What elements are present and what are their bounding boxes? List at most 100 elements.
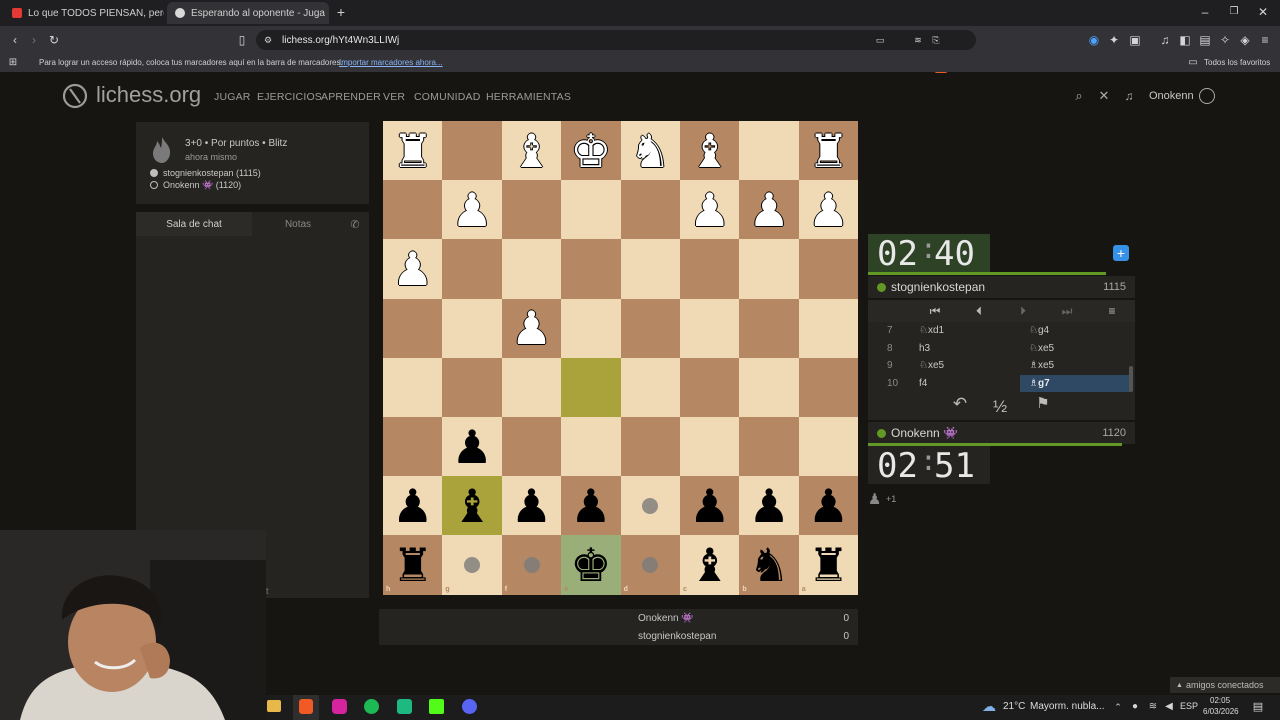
board-square[interactable] <box>383 180 443 240</box>
wifi-icon[interactable]: ≋ <box>1147 700 1159 714</box>
resign-flag-icon[interactable]: ⚑ <box>1033 396 1053 411</box>
board-square[interactable] <box>561 417 621 477</box>
board-square[interactable] <box>442 357 502 417</box>
volume-icon[interactable]: ◀ <box>1163 700 1175 714</box>
black-move[interactable]: ♘g4 <box>1029 325 1049 336</box>
sidebar-icon[interactable]: ◧ <box>1178 33 1192 47</box>
last-move-icon[interactable]: ⏭ <box>1059 304 1075 318</box>
nav-watch[interactable]: VER <box>383 91 405 103</box>
board-square[interactable] <box>680 298 740 358</box>
chess-piece[interactable]: ♜ <box>799 121 858 180</box>
nav-play[interactable]: JUGAR <box>214 91 251 103</box>
move-list[interactable]: 7 ♘xd1 ♘g4 8 h3 ♘xe5 9 ♘xe5 ♗xe5 10 f4 ♗… <box>868 322 1135 394</box>
board-square[interactable] <box>561 357 621 417</box>
bottom-player-name[interactable]: Onokenn 👾 <box>891 426 958 440</box>
music-icon[interactable]: ♫ <box>1158 33 1172 47</box>
browser-tab-lichess[interactable]: Esperando al oponente - Juga ✕ <box>167 2 329 24</box>
board-square[interactable] <box>739 298 799 358</box>
user-avatar-icon[interactable] <box>1199 88 1215 104</box>
board-square[interactable] <box>501 357 562 417</box>
top-player-name[interactable]: stognienkostepan <box>891 280 985 294</box>
cast-icon[interactable]: ▭ <box>874 33 886 47</box>
extensions-icon[interactable]: ✦ <box>1107 33 1121 47</box>
chess-piece[interactable]: ♟ <box>561 476 620 535</box>
forward-icon[interactable]: › <box>27 33 41 47</box>
discord-icon[interactable] <box>462 699 477 714</box>
nav-learn[interactable]: APRENDER <box>321 91 381 103</box>
white-move[interactable]: f4 <box>919 378 927 389</box>
board-square[interactable] <box>442 121 502 181</box>
open-icon[interactable]: ⎘ <box>930 33 942 47</box>
board-square[interactable] <box>680 357 740 417</box>
file-explorer-icon[interactable] <box>267 700 281 712</box>
board-square[interactable] <box>620 357 680 417</box>
vpn-icon[interactable]: ◈ <box>1238 33 1252 47</box>
chess-piece[interactable]: ♜ <box>799 535 858 594</box>
kick-icon[interactable] <box>429 699 444 714</box>
swords-icon[interactable]: ✕ <box>1097 89 1111 103</box>
apps-grid-icon[interactable]: ⊞ <box>7 56 19 70</box>
white-move[interactable]: ♘xd1 <box>919 325 944 336</box>
board-square[interactable] <box>620 417 680 477</box>
notification-center-icon[interactable]: ▤ <box>1251 700 1265 714</box>
board-square[interactable] <box>561 298 621 358</box>
screenshot-icon[interactable]: ▣ <box>1128 33 1142 47</box>
board-square[interactable] <box>620 298 680 358</box>
bookmark-icon[interactable]: ▯ <box>235 33 249 47</box>
chess-piece[interactable]: ♝ <box>680 535 739 594</box>
search-icon[interactable]: ⌕ <box>1072 89 1086 103</box>
white-player-link[interactable]: stognienkostepan (1115) <box>163 168 261 178</box>
menu-icon[interactable]: ≡ <box>1258 33 1272 47</box>
board-square[interactable] <box>680 417 740 477</box>
chess-piece[interactable]: ♝ <box>680 121 739 180</box>
board-square[interactable] <box>501 180 562 240</box>
chess-piece[interactable]: ♞ <box>739 535 798 594</box>
board-square[interactable] <box>501 417 562 477</box>
chess-piece[interactable]: ♟ <box>680 180 739 239</box>
chess-piece[interactable]: ♟ <box>799 180 858 239</box>
phone-icon[interactable]: ✆ <box>348 218 362 232</box>
chess-piece[interactable]: ♜ <box>383 121 442 180</box>
browser-tab-youtube[interactable]: Lo que TODOS PIENSAN, pero NADIE <box>4 2 164 24</box>
back-icon[interactable]: ‹ <box>8 33 22 47</box>
chat-app-icon[interactable] <box>397 699 412 714</box>
chess-piece[interactable]: ♟ <box>799 476 858 535</box>
minimize-icon[interactable]: – <box>1198 5 1212 19</box>
audio-icon[interactable]: ◉ <box>1087 33 1101 47</box>
board-square[interactable] <box>798 417 859 477</box>
reload-icon[interactable]: ↻ <box>47 33 61 47</box>
close-window-icon[interactable]: ✕ <box>1256 5 1270 19</box>
board-square[interactable] <box>680 239 740 299</box>
chess-piece[interactable]: ♟ <box>442 180 501 239</box>
weather-text[interactable]: Mayorm. nubla... <box>1030 701 1104 712</box>
tab-notes[interactable]: Notas <box>252 212 344 236</box>
white-move[interactable]: ♘xe5 <box>919 360 944 371</box>
clock-time[interactable]: 02:05 <box>1210 696 1230 705</box>
site-logo-text[interactable]: lichess.org <box>96 82 201 108</box>
site-settings-icon[interactable]: ⚙ <box>262 33 274 47</box>
url-field[interactable]: ⚙ lichess.org/hYt4Wn3LLIWj ▭ ≋ ⎘ <box>256 30 976 50</box>
all-favorites-link[interactable]: Todos los favoritos <box>1204 58 1270 67</box>
language-indicator[interactable]: ESP <box>1180 701 1198 711</box>
chess-board[interactable]: ♜ ♝ ♚ ♞ ♝ ♜ ♟ ♟ ♟ ♟ ♟ ♟ ♟ ♟ ♝ ♟ ♟ ♟ ♟ ♟ ♜ ♚ ♝ ♞ ♜ 1 2 3 4 5 6 7 8 h g f e d c b… <box>383 121 859 595</box>
chess-piece[interactable]: ♟ <box>680 476 739 535</box>
chess-piece[interactable]: ♟ <box>502 299 561 358</box>
tab-chat[interactable]: Sala de chat <box>136 212 252 236</box>
chat-input-placeholder[interactable]: t <box>266 586 269 596</box>
white-move[interactable]: h3 <box>919 343 930 354</box>
brave-browser-icon[interactable] <box>299 699 313 714</box>
next-move-icon[interactable]: ⏵ <box>1015 304 1031 318</box>
instagram-icon[interactable] <box>332 699 347 714</box>
legal-move-dot[interactable] <box>642 497 659 514</box>
chess-piece[interactable]: ♟ <box>442 417 501 476</box>
restore-icon[interactable]: ❐ <box>1227 5 1241 19</box>
move-list-scrollbar[interactable] <box>1129 366 1133 392</box>
nav-tools[interactable]: HERRAMIENTAS <box>486 91 571 103</box>
chess-piece[interactable]: ♟ <box>739 476 798 535</box>
spotify-icon[interactable] <box>364 699 379 714</box>
chess-piece[interactable]: ♞ <box>621 121 680 180</box>
microphone-icon[interactable]: ● <box>1129 700 1141 714</box>
black-move-current[interactable]: ♗g7 <box>1029 378 1050 389</box>
chess-piece[interactable]: ♟ <box>383 476 442 535</box>
import-bookmarks-link[interactable]: Importar marcadores ahora... <box>339 58 443 67</box>
